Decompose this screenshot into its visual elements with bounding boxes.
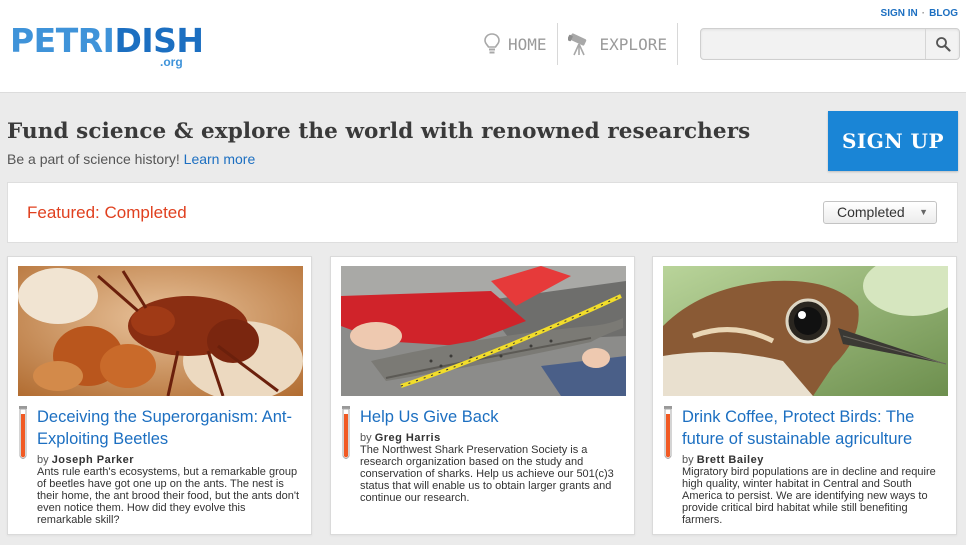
blog-link[interactable]: BLOG	[929, 8, 958, 19]
sign-up-button[interactable]: SIGN UP	[828, 111, 958, 171]
lightbulb-icon	[484, 33, 500, 54]
featured-bar: Featured: Completed Completed ▼	[7, 182, 958, 243]
chevron-down-icon: ▼	[919, 207, 928, 217]
featured-filter-value: Completed	[837, 204, 905, 220]
hero-subtitle-text: Be a part of science history!	[7, 151, 180, 167]
logo-text-dish: DISH	[114, 21, 204, 60]
test-tube-icon	[664, 406, 672, 459]
search-icon	[935, 37, 951, 52]
featured-filter-select[interactable]: Completed ▼	[823, 201, 937, 224]
hero-subtitle: Be a part of science history! Learn more	[7, 151, 255, 167]
project-card: Deceiving the Superorganism: Ant-Exploit…	[7, 256, 312, 535]
main-nav: HOME EXPLORE	[474, 22, 678, 66]
by-label: by	[682, 454, 694, 466]
sign-in-link[interactable]: SIGN IN	[881, 8, 918, 19]
by-label: by	[37, 454, 49, 466]
nav-home[interactable]: HOME	[474, 22, 557, 66]
nav-explore-label: EXPLORE	[599, 34, 667, 54]
project-title[interactable]: Help Us Give Back	[360, 406, 622, 428]
project-card: Drink Coffee, Protect Birds: The future …	[652, 256, 957, 535]
project-description: Ants rule earth's ecosystems, but a rema…	[37, 466, 299, 526]
project-author-line: by Joseph Parker	[37, 454, 134, 466]
project-image-beetle[interactable]	[18, 266, 303, 396]
project-author[interactable]: Joseph Parker	[52, 454, 134, 466]
search-button[interactable]	[925, 29, 959, 59]
nav-explore[interactable]: EXPLORE	[558, 22, 677, 66]
project-title[interactable]: Drink Coffee, Protect Birds: The future …	[682, 406, 944, 450]
test-tube-icon	[19, 406, 27, 459]
project-author[interactable]: Brett Bailey	[697, 454, 764, 466]
project-card: Help Us Give Back by Greg Harris The Nor…	[330, 256, 635, 535]
search-box	[700, 28, 960, 60]
learn-more-link[interactable]: Learn more	[184, 151, 256, 167]
test-tube-icon	[342, 406, 350, 459]
project-image-shark[interactable]	[341, 266, 626, 396]
project-description: The Northwest Shark Preservation Society…	[360, 444, 614, 504]
nav-divider	[676, 23, 678, 65]
petridish-logo[interactable]: PETRIDISH .org	[10, 21, 204, 70]
logo-tld: .org	[160, 55, 183, 69]
project-author[interactable]: Greg Harris	[375, 432, 441, 444]
project-description: Migratory bird populations are in declin…	[682, 466, 936, 526]
telescope-icon	[567, 33, 586, 56]
search-input[interactable]	[707, 33, 921, 57]
by-label: by	[360, 432, 372, 444]
site-header: PETRIDISH .org SIGN IN · BLOG HOME EXPLORE	[0, 0, 966, 93]
hero-headline: Fund science & explore the world with re…	[7, 119, 751, 144]
project-author-line: by Greg Harris	[360, 432, 441, 444]
project-image-bird[interactable]	[663, 266, 948, 396]
logo-text-petri: PETRI	[10, 21, 115, 60]
project-author-line: by Brett Bailey	[682, 454, 764, 466]
project-title[interactable]: Deceiving the Superorganism: Ant-Exploit…	[37, 406, 299, 450]
top-links: SIGN IN · BLOG	[881, 8, 958, 19]
top-links-separator: ·	[921, 8, 926, 19]
nav-home-label: HOME	[508, 34, 547, 54]
featured-heading: Featured: Completed	[27, 203, 187, 222]
